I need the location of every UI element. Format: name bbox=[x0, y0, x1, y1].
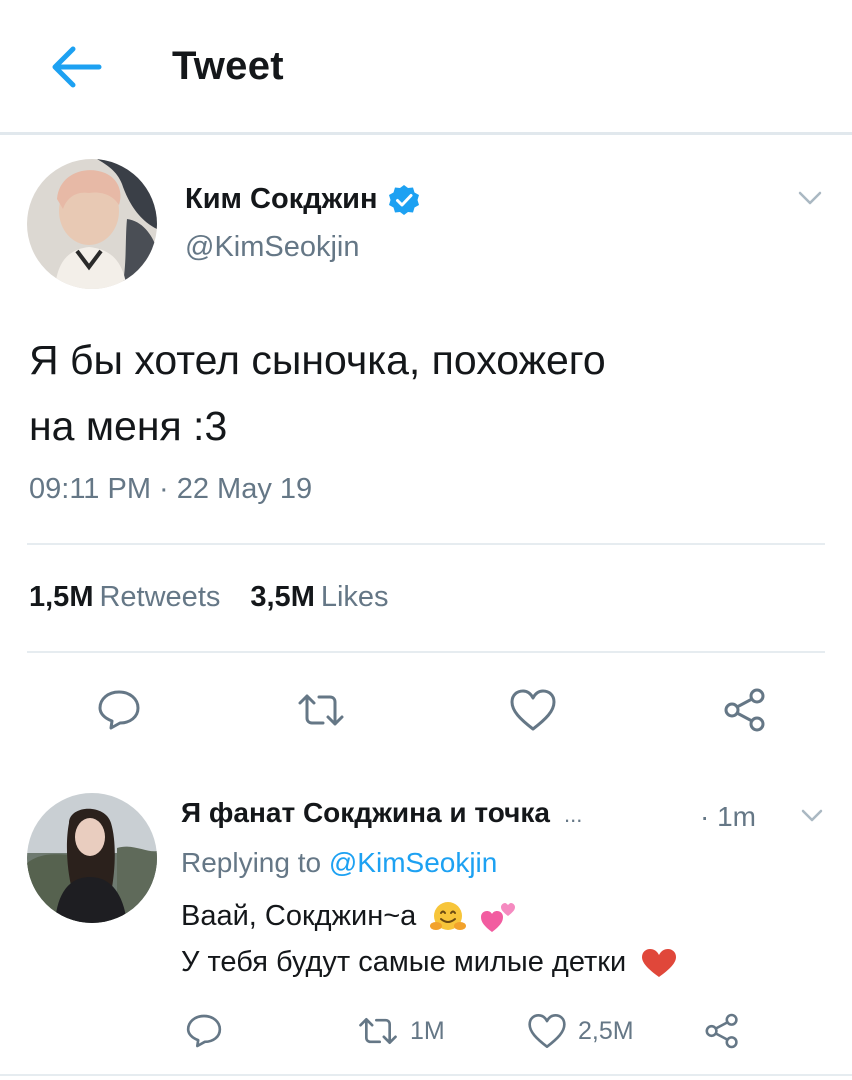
reply-share-button[interactable] bbox=[702, 1003, 742, 1059]
likes-count: 3,5M bbox=[250, 581, 315, 613]
share-icon bbox=[724, 688, 765, 732]
divider bbox=[0, 1074, 852, 1076]
retweets-count: 1,5M bbox=[29, 581, 94, 613]
reply-like-button[interactable]: 2,5M bbox=[526, 1003, 634, 1059]
retweet-icon bbox=[298, 694, 344, 726]
verified-badge-icon bbox=[388, 184, 419, 215]
reply-actions: 1M 2,5M bbox=[0, 1003, 852, 1059]
divider bbox=[27, 543, 825, 545]
retweet-icon bbox=[359, 1018, 397, 1044]
tweet-text: Я бы хотел сыночка, похожего на меня :3 bbox=[29, 327, 829, 459]
reply-like-count: 2,5M bbox=[578, 1016, 634, 1045]
reply-retweet-button[interactable]: 1M bbox=[356, 1003, 445, 1059]
author-name[interactable]: Ким Сокджин bbox=[185, 183, 420, 216]
reply-tweet[interactable]: Я фанат Сокджина и точка ... · 1m Replyi… bbox=[0, 775, 852, 1075]
reply-retweet-count: 1M bbox=[410, 1016, 445, 1045]
tweet-timestamp[interactable]: 09:11 PM · 22 May 19 bbox=[29, 473, 312, 506]
likes-stat[interactable]: 3,5M Likes bbox=[250, 581, 388, 614]
name-ellipsis: ... bbox=[563, 802, 583, 827]
chevron-down-icon bbox=[801, 809, 823, 822]
reply-menu-button[interactable] bbox=[796, 803, 828, 829]
chevron-down-icon bbox=[798, 191, 822, 205]
tweet-stats: 1,5M Retweets 3,5M Likes bbox=[29, 581, 389, 614]
reply-text-line-2: У тебя будут самые милые детки bbox=[181, 939, 821, 985]
arrow-left-icon bbox=[52, 46, 102, 88]
hugging-face-emoji bbox=[430, 902, 467, 931]
author-handle[interactable]: @KimSeokjin bbox=[185, 231, 360, 264]
page-title: Tweet bbox=[172, 44, 284, 88]
divider bbox=[27, 651, 825, 653]
reply-text-line-1: Ваай, Сокджин~а bbox=[181, 893, 821, 939]
reply-bubble-icon bbox=[98, 690, 140, 730]
like-button[interactable] bbox=[498, 675, 568, 745]
share-icon bbox=[705, 1013, 738, 1049]
retweets-label: Retweets bbox=[99, 581, 221, 613]
red-heart-emoji bbox=[642, 949, 677, 978]
tweet-menu-button[interactable] bbox=[792, 183, 828, 213]
replying-prefix: Replying to bbox=[181, 847, 322, 878]
author-avatar[interactable] bbox=[27, 159, 157, 289]
author-name-text: Ким Сокджин bbox=[185, 183, 378, 215]
reply-author-name[interactable]: Я фанат Сокджина и точка bbox=[181, 797, 550, 829]
reply-time: · 1m bbox=[700, 801, 756, 832]
reply-text: Ваай, Сокджин~а У тебя будут самые милые… bbox=[181, 893, 821, 985]
retweets-stat[interactable]: 1,5M Retweets bbox=[29, 581, 220, 614]
reply-text-1: Ваай, Сокджин~а bbox=[181, 900, 417, 932]
retweet-button[interactable] bbox=[286, 675, 356, 745]
likes-label: Likes bbox=[320, 581, 389, 613]
reply-button[interactable] bbox=[84, 675, 154, 745]
top-bar: Tweet bbox=[0, 0, 852, 132]
replying-to: Replying to @KimSeokjin bbox=[181, 847, 497, 879]
main-tweet: Ким Сокджин @KimSeokjin Я бы хотел сыноч… bbox=[0, 135, 852, 775]
two-hearts-emoji bbox=[481, 903, 516, 933]
tweet-text-line-1: Я бы хотел сыночка, похожего bbox=[29, 337, 606, 383]
reply-bubble-icon bbox=[186, 1014, 222, 1048]
heart-icon bbox=[528, 1013, 566, 1049]
replying-mention[interactable]: @KimSeokjin bbox=[329, 847, 497, 878]
share-button[interactable] bbox=[710, 675, 780, 745]
tweet-actions bbox=[0, 675, 852, 745]
reply-reply-button[interactable] bbox=[184, 1003, 224, 1059]
tweet-text-line-2: на меня :3 bbox=[29, 403, 228, 449]
heart-icon bbox=[510, 689, 556, 731]
reply-text-2: У тебя будут самые милые детки bbox=[181, 946, 627, 978]
back-button[interactable] bbox=[44, 40, 106, 94]
reply-author-avatar[interactable] bbox=[27, 793, 157, 923]
